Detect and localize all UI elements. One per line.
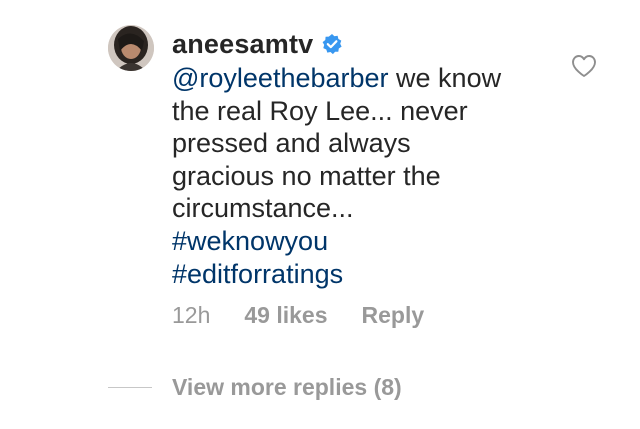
mention-link[interactable]: @royleethebarber <box>172 63 389 93</box>
comment-text-segment: gracious no matter the <box>172 160 441 191</box>
likes-count[interactable]: 49 likes <box>244 302 327 329</box>
comment-text: @royleethebarber we know the real Roy Lee… <box>172 62 552 290</box>
reply-button[interactable]: Reply <box>362 302 425 329</box>
heart-outline-icon[interactable] <box>571 54 597 78</box>
comment-text-segment: pressed and always <box>172 128 411 159</box>
avatar-image <box>108 25 154 71</box>
replies-divider <box>108 386 152 388</box>
verified-badge-icon <box>321 33 343 55</box>
username-row: aneesamtv <box>172 27 343 61</box>
comment: aneesamtv @royleethebarber we know the re… <box>0 0 640 429</box>
comment-line: the real Roy Lee... never <box>172 95 552 128</box>
comment-line: #weknowyou <box>172 225 552 258</box>
view-more-replies-button[interactable]: View more replies (8) <box>172 374 402 401</box>
comment-line: circumstance... <box>172 192 552 225</box>
comment-text-segment: we know <box>388 63 502 93</box>
comment-line: #editforratings <box>172 258 552 291</box>
comment-meta: 12h 49 likes Reply <box>172 300 424 330</box>
avatar[interactable] <box>108 25 154 71</box>
username[interactable]: aneesamtv <box>172 29 313 60</box>
comment-text-segment: the real Roy Lee... never <box>172 95 468 126</box>
comment-line: pressed and always <box>172 127 552 160</box>
comment-line: gracious no matter the <box>172 160 552 193</box>
comment-timestamp: 12h <box>172 301 211 328</box>
comment-line: @royleethebarber we know <box>172 62 552 95</box>
hashtag-link[interactable]: #editforratings <box>172 259 343 289</box>
hashtag-link[interactable]: #weknowyou <box>172 226 328 256</box>
view-replies-row[interactable]: View more replies (8) <box>108 372 402 402</box>
comment-text-segment: circumstance... <box>172 193 354 224</box>
